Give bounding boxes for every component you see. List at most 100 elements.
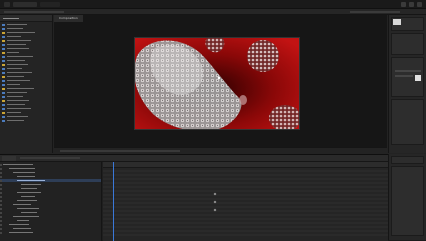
project-item[interactable] bbox=[2, 39, 50, 42]
document-tab-2[interactable] bbox=[13, 2, 37, 7]
project-item[interactable] bbox=[2, 91, 50, 94]
project-item[interactable] bbox=[2, 99, 50, 102]
layer-row[interactable] bbox=[0, 199, 101, 202]
timeline-header bbox=[0, 155, 388, 162]
layer-row[interactable] bbox=[0, 219, 101, 222]
project-item[interactable] bbox=[2, 87, 50, 90]
project-item[interactable] bbox=[2, 103, 50, 106]
folder-icon bbox=[2, 79, 5, 82]
project-item[interactable] bbox=[2, 95, 50, 98]
project-item[interactable] bbox=[2, 27, 50, 30]
project-item[interactable] bbox=[2, 107, 50, 110]
layer-row[interactable] bbox=[0, 231, 101, 234]
project-item-name bbox=[7, 120, 24, 121]
layer-row[interactable] bbox=[0, 203, 101, 206]
viewer-footer bbox=[54, 147, 387, 153]
layer-row[interactable] bbox=[0, 191, 101, 194]
folder-icon bbox=[2, 103, 5, 106]
project-panel bbox=[0, 15, 53, 153]
project-item[interactable] bbox=[2, 23, 50, 26]
folder-icon bbox=[2, 35, 5, 38]
layer-row[interactable] bbox=[0, 227, 101, 230]
document-tab-3[interactable] bbox=[40, 2, 60, 7]
project-item[interactable] bbox=[2, 51, 50, 54]
layer-row[interactable] bbox=[0, 215, 101, 218]
layer-row[interactable] bbox=[0, 207, 101, 210]
project-item[interactable] bbox=[2, 63, 50, 66]
effects-panel bbox=[388, 154, 426, 240]
layer-row[interactable] bbox=[0, 183, 101, 186]
playhead[interactable] bbox=[113, 162, 114, 241]
project-item[interactable] bbox=[2, 115, 50, 118]
composition-image bbox=[135, 38, 299, 129]
folder-icon bbox=[2, 59, 5, 62]
project-item[interactable] bbox=[2, 111, 50, 114]
footage-icon bbox=[2, 75, 5, 78]
project-item[interactable] bbox=[2, 47, 50, 50]
viewer-controls[interactable] bbox=[60, 150, 180, 152]
project-item[interactable] bbox=[2, 35, 50, 38]
font-field[interactable] bbox=[395, 70, 421, 72]
timeline-panel bbox=[0, 154, 388, 241]
project-item[interactable] bbox=[2, 43, 50, 46]
close-icon[interactable] bbox=[417, 2, 422, 7]
footage-icon bbox=[2, 99, 5, 102]
project-item-name bbox=[7, 84, 20, 85]
project-item-name bbox=[7, 96, 23, 97]
project-item-name bbox=[7, 112, 21, 113]
folder-icon bbox=[2, 115, 5, 118]
minimize-icon[interactable] bbox=[401, 2, 406, 7]
layer-row[interactable] bbox=[0, 163, 101, 166]
time-ruler[interactable] bbox=[103, 162, 388, 168]
project-item-name bbox=[7, 28, 23, 29]
paragraph-section bbox=[391, 99, 424, 145]
project-item[interactable] bbox=[2, 75, 50, 78]
project-item[interactable] bbox=[2, 71, 50, 74]
layer-row[interactable] bbox=[0, 187, 101, 190]
folder-icon bbox=[2, 95, 5, 98]
project-item[interactable] bbox=[2, 67, 50, 70]
timeline-tools[interactable] bbox=[20, 157, 80, 159]
properties-panel bbox=[388, 15, 426, 153]
layer-row[interactable] bbox=[0, 171, 101, 174]
tab-composition[interactable]: Composition bbox=[54, 15, 83, 22]
toolbar-tools[interactable] bbox=[4, 11, 64, 13]
project-item-name bbox=[7, 116, 28, 117]
cursor-point bbox=[217, 76, 221, 80]
project-item-name bbox=[7, 60, 25, 61]
project-item[interactable] bbox=[2, 83, 50, 86]
project-item-name bbox=[7, 48, 29, 49]
tab-timeline-comp[interactable] bbox=[2, 156, 16, 161]
workspace-switcher[interactable] bbox=[350, 11, 400, 13]
size-field[interactable] bbox=[395, 75, 413, 77]
layer-row[interactable] bbox=[0, 211, 101, 214]
layer-row[interactable] bbox=[0, 223, 101, 226]
effects-search[interactable] bbox=[391, 156, 424, 164]
layer-row-selected[interactable] bbox=[0, 179, 101, 182]
project-item-name bbox=[7, 52, 19, 53]
layer-row[interactable] bbox=[0, 175, 101, 178]
project-item-name bbox=[7, 56, 33, 57]
cell-small bbox=[239, 95, 247, 105]
fill-color-swatch[interactable] bbox=[415, 75, 421, 81]
project-panel-header bbox=[0, 15, 52, 22]
project-item[interactable] bbox=[2, 55, 50, 58]
composition-frame[interactable] bbox=[134, 37, 300, 130]
folder-icon bbox=[2, 27, 5, 30]
folder-icon bbox=[2, 107, 5, 110]
project-item[interactable] bbox=[2, 59, 50, 62]
folder-icon bbox=[2, 119, 5, 122]
maximize-icon[interactable] bbox=[409, 2, 414, 7]
cell-right-top bbox=[247, 40, 279, 72]
timeline-grid[interactable] bbox=[103, 162, 388, 241]
footage-icon bbox=[2, 39, 5, 42]
layer-row[interactable] bbox=[0, 195, 101, 198]
info-section bbox=[391, 17, 424, 31]
layer-row[interactable] bbox=[0, 167, 101, 170]
footage-icon bbox=[2, 51, 5, 54]
project-item[interactable] bbox=[2, 79, 50, 82]
project-item[interactable] bbox=[2, 31, 50, 34]
project-item-name bbox=[7, 36, 21, 37]
project-item[interactable] bbox=[2, 119, 50, 122]
document-tab-1[interactable] bbox=[4, 2, 10, 7]
